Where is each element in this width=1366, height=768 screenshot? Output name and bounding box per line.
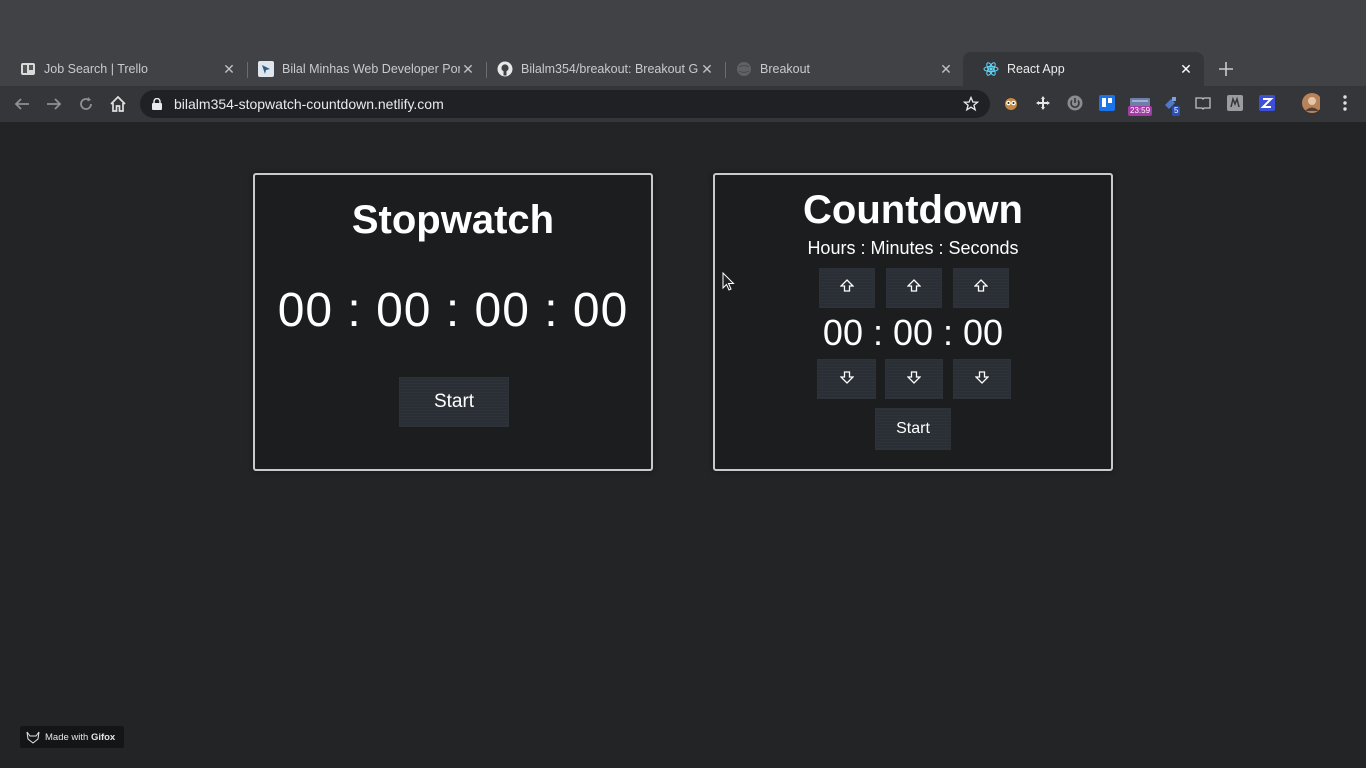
tab-react-app[interactable]: React App ✕ bbox=[963, 52, 1204, 86]
tab-github[interactable]: Bilalm354/breakout: Breakout G ✕ bbox=[477, 52, 725, 86]
tab-title: React App bbox=[1007, 62, 1065, 76]
countdown-display: 00 : 00 : 00 bbox=[822, 312, 1004, 353]
gifox-watermark: Made with Gifox bbox=[20, 726, 124, 748]
countdown-format-label: Hours : Minutes : Seconds bbox=[807, 238, 1019, 258]
tab-title: Breakout bbox=[760, 62, 811, 76]
portfolio-icon bbox=[258, 61, 274, 77]
close-icon[interactable]: ✕ bbox=[460, 61, 476, 77]
hours-up-button[interactable] bbox=[819, 268, 875, 308]
stopwatch-title: Stopwatch bbox=[351, 198, 555, 242]
profile-avatar[interactable] bbox=[1302, 93, 1320, 113]
lock-icon bbox=[152, 97, 164, 111]
tab-title: Bilal Minhas Web Developer Port bbox=[282, 62, 460, 76]
arrow-up-icon bbox=[973, 278, 989, 298]
extension-trello-icon[interactable] bbox=[1098, 94, 1116, 112]
extension-power-icon[interactable] bbox=[1066, 94, 1084, 112]
minutes-down-button[interactable] bbox=[885, 359, 943, 399]
github-icon bbox=[497, 61, 513, 77]
seconds-down-button[interactable] bbox=[953, 359, 1011, 399]
hours-down-button[interactable] bbox=[817, 359, 876, 399]
react-icon bbox=[983, 61, 999, 77]
countdown-start-button[interactable]: Start bbox=[875, 408, 951, 450]
count-badge: 5 bbox=[1172, 106, 1181, 116]
watermark-prefix: Made with bbox=[45, 731, 91, 743]
extension-reader-icon[interactable] bbox=[1194, 94, 1212, 112]
extension-z-icon[interactable] bbox=[1258, 94, 1276, 112]
countdown-title: Countdown bbox=[803, 188, 1023, 232]
trello-icon bbox=[20, 61, 36, 77]
countdown-panel: Countdown Hours : Minutes : Seconds 00 :… bbox=[713, 173, 1113, 471]
arrow-down-icon bbox=[974, 370, 990, 389]
tab-portfolio[interactable]: Bilal Minhas Web Developer Port ✕ bbox=[238, 52, 486, 86]
extension-satellite-icon[interactable]: 5 bbox=[1162, 94, 1181, 116]
globe-icon bbox=[736, 61, 752, 77]
back-button[interactable] bbox=[10, 92, 34, 116]
minutes-up-button[interactable] bbox=[886, 268, 942, 308]
arrow-up-icon bbox=[839, 278, 855, 298]
watermark-brand: Gifox bbox=[90, 731, 116, 743]
extension-hero-icon[interactable] bbox=[1226, 94, 1244, 112]
fox-logo-icon bbox=[26, 730, 40, 744]
extension-timer-icon[interactable]: 23:59 bbox=[1128, 94, 1153, 116]
stopwatch-start-button[interactable]: Start bbox=[399, 377, 509, 427]
bookmark-star-icon[interactable] bbox=[962, 95, 980, 113]
stopwatch-panel: Stopwatch 00 : 00 : 00 : 00 Start bbox=[253, 173, 653, 471]
close-icon[interactable]: ✕ bbox=[1178, 61, 1194, 77]
reload-button[interactable] bbox=[74, 92, 98, 116]
new-tab-button[interactable] bbox=[1214, 58, 1238, 80]
close-icon[interactable]: ✕ bbox=[699, 61, 715, 77]
mouse-cursor-icon bbox=[722, 271, 736, 297]
arrow-up-icon bbox=[906, 278, 922, 298]
browser-menu-icon[interactable] bbox=[1336, 94, 1354, 112]
arrow-down-icon bbox=[906, 370, 922, 389]
arrow-down-icon bbox=[838, 370, 855, 389]
home-button[interactable] bbox=[106, 92, 130, 116]
timer-badge: 23:59 bbox=[1128, 106, 1153, 116]
address-bar[interactable]: bilalm354-stopwatch-countdown.netlify.co… bbox=[140, 90, 990, 118]
url-text: bilalm354-stopwatch-countdown.netlify.co… bbox=[174, 96, 444, 112]
forward-button[interactable] bbox=[42, 92, 66, 116]
tab-title: Bilalm354/breakout: Breakout G bbox=[521, 62, 699, 76]
tab-breakout[interactable]: Breakout ✕ bbox=[716, 52, 964, 86]
extension-move-icon[interactable] bbox=[1034, 94, 1052, 112]
stopwatch-display: 00 : 00 : 00 : 00 bbox=[277, 284, 629, 337]
tab-title: Job Search | Trello bbox=[44, 62, 148, 76]
close-icon[interactable]: ✕ bbox=[938, 61, 954, 77]
close-icon[interactable]: ✕ bbox=[221, 61, 237, 77]
seconds-up-button[interactable] bbox=[953, 268, 1009, 308]
extension-owl-icon[interactable] bbox=[1002, 94, 1020, 112]
tab-trello[interactable]: Job Search | Trello ✕ bbox=[0, 52, 247, 86]
